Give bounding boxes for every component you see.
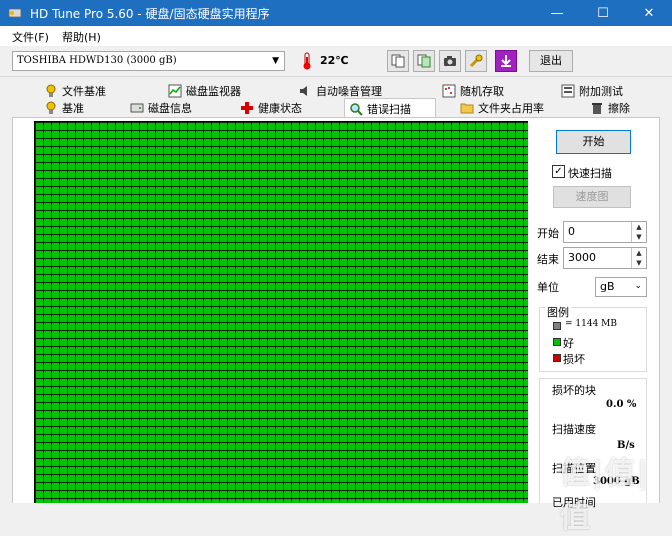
end-spinner[interactable]: ▲ ▼: [631, 248, 646, 268]
tools-button[interactable]: [465, 50, 487, 72]
legend-block-swatch: [553, 322, 561, 330]
tab-extra-tests[interactable]: 附加测试: [561, 82, 623, 100]
close-icon: ✕: [643, 5, 655, 21]
tab-disk-info[interactable]: 磁盘信息: [130, 99, 192, 117]
tab-erase[interactable]: 擦除: [590, 99, 630, 117]
damaged-blocks-value: 0.0 %: [606, 399, 637, 410]
benchmark-icon: [44, 101, 58, 115]
menu-help[interactable]: 帮助(H): [62, 29, 101, 45]
unit-label: 单位: [537, 281, 559, 294]
download-button[interactable]: [495, 50, 517, 72]
chevron-down-icon: ▼: [272, 56, 279, 66]
chevron-down-icon: ⌄: [634, 281, 642, 291]
tools-icon: [469, 54, 483, 68]
start-input[interactable]: 0 ▲ ▼: [563, 221, 647, 243]
tab-label: 自动噪音管理: [316, 85, 382, 98]
scan-speed-label: 扫描速度: [552, 423, 596, 436]
maximize-icon: ☐: [597, 5, 609, 21]
legend-good-swatch: [553, 338, 561, 346]
tab-label: 附加测试: [579, 85, 623, 98]
menu-file[interactable]: 文件(F): [12, 29, 49, 45]
legend-block-size: = 1144 MB: [565, 319, 617, 329]
disk-monitor-icon: [168, 84, 182, 98]
thermometer-icon: [303, 52, 311, 70]
tab-label: 基准: [62, 102, 84, 115]
start-label: 开始: [537, 227, 559, 240]
tab-health[interactable]: 健康状态: [240, 99, 302, 117]
end-input-value: 3000: [568, 251, 596, 264]
copy-screenshot-icon: [417, 54, 431, 68]
copy-screenshot-button[interactable]: [413, 50, 435, 72]
tab-label: 错误扫描: [367, 102, 411, 116]
health-cross-icon: [240, 101, 254, 115]
tab-file-benchmark[interactable]: 文件基准: [44, 82, 106, 100]
speaker-icon: [298, 84, 312, 98]
temperature-value: 22℃: [320, 54, 349, 67]
end-label: 结束: [537, 253, 559, 266]
speed-map-button[interactable]: 速度图: [553, 186, 631, 208]
block-map: [34, 121, 528, 503]
random-access-icon: [442, 84, 456, 98]
tab-label: 磁盘信息: [148, 102, 192, 115]
camera-icon: [444, 56, 456, 66]
magnifier-icon: [349, 102, 363, 116]
tab-label: 磁盘监视器: [186, 85, 241, 98]
exit-button[interactable]: 退出: [529, 50, 573, 72]
block-grid: [35, 122, 528, 503]
tab-disk-monitor[interactable]: 磁盘监视器: [168, 82, 241, 100]
tab-folder-usage[interactable]: 文件夹占用率: [460, 99, 544, 117]
title-bar: HD Tune Pro 5.60 - 硬盘/固态硬盘实用程序 — ☐ ✕: [0, 0, 672, 26]
checkmark-icon: ✓: [554, 166, 563, 177]
copy-info-icon: [391, 54, 405, 68]
quick-scan-label: 快速扫描: [568, 167, 612, 180]
tab-label: 文件基准: [62, 85, 106, 98]
tab-label: 文件夹占用率: [478, 102, 544, 115]
toolbar: TOSHIBA HDWD130 (3000 gB) ▼ 22℃ 退出: [0, 46, 672, 77]
legend-damaged-swatch: [553, 354, 561, 362]
drive-select-value: TOSHIBA HDWD130 (3000 gB): [17, 55, 177, 66]
disk-info-icon: [130, 101, 144, 115]
drive-select[interactable]: TOSHIBA HDWD130 (3000 gB) ▼: [12, 51, 285, 71]
tab-label: 健康状态: [258, 102, 302, 115]
unit-select-value: gB: [600, 280, 615, 293]
start-spinner[interactable]: ▲ ▼: [631, 222, 646, 242]
tab-random-access[interactable]: 随机存取: [442, 82, 504, 100]
camera-button[interactable]: [439, 50, 461, 72]
legend-good-label: 好: [563, 337, 574, 350]
file-benchmark-icon: [44, 84, 58, 98]
damaged-blocks-label: 损坏的块: [552, 384, 596, 397]
download-icon: [501, 55, 511, 67]
minimize-button[interactable]: —: [534, 0, 580, 26]
watermark-url: zhidezhi.com: [572, 486, 644, 496]
tab-label: 随机存取: [460, 85, 504, 98]
close-button[interactable]: ✕: [626, 0, 672, 26]
app-icon: [8, 8, 22, 18]
end-input[interactable]: 3000 ▲ ▼: [563, 247, 647, 269]
minimize-icon: —: [550, 5, 564, 21]
unit-select[interactable]: gB ⌄: [595, 277, 647, 297]
legend-damaged-label: 损坏: [563, 353, 585, 366]
start-input-value: 0: [568, 225, 575, 238]
trash-icon: [590, 101, 604, 115]
window-title: HD Tune Pro 5.60 - 硬盘/固态硬盘实用程序: [30, 7, 270, 21]
tab-benchmark[interactable]: 基准: [44, 99, 84, 117]
tab-label: 擦除: [608, 102, 630, 115]
copy-info-button[interactable]: [387, 50, 409, 72]
start-button[interactable]: 开始: [556, 130, 631, 154]
legend-title: 图例: [545, 304, 571, 320]
folder-icon: [460, 101, 474, 115]
maximize-button[interactable]: ☐: [580, 0, 626, 26]
quick-scan-checkbox[interactable]: ✓: [552, 165, 565, 178]
extra-tests-icon: [561, 84, 575, 98]
tab-error-scan[interactable]: 错误扫描: [344, 98, 436, 118]
menu-bar: 文件(F) 帮助(H): [0, 26, 672, 46]
